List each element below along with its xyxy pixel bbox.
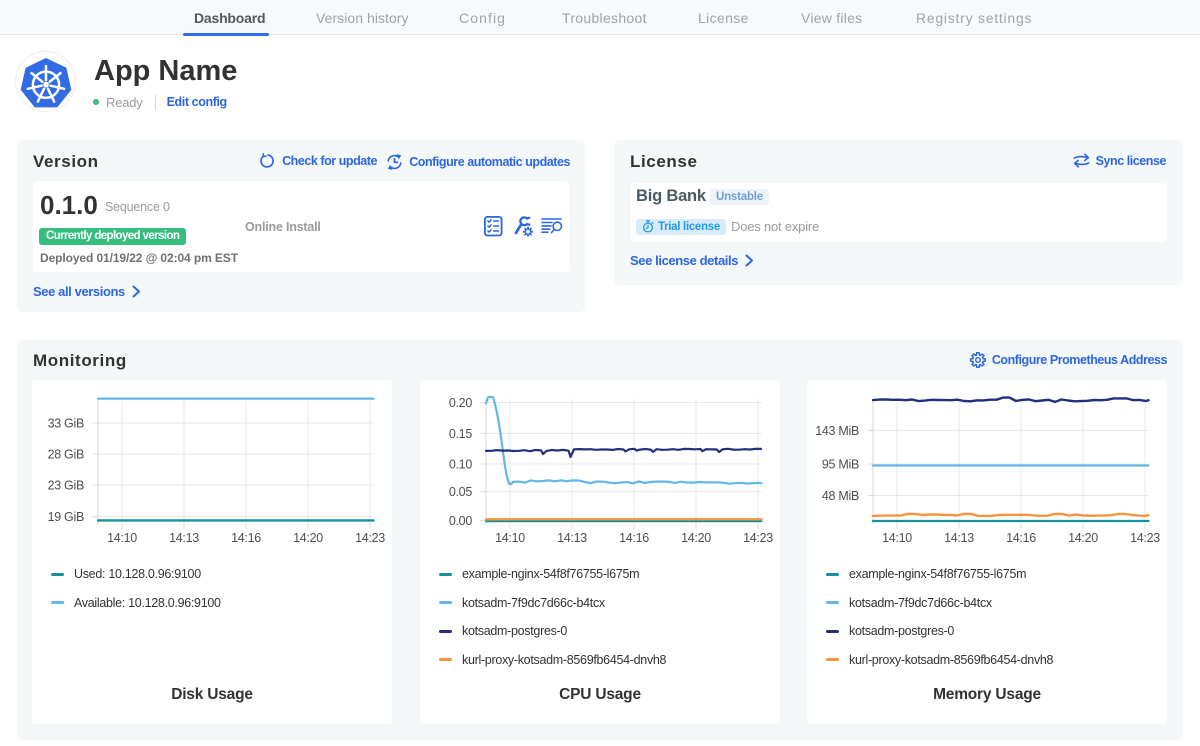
svg-text:14:23: 14:23 [355, 531, 385, 545]
svg-text:95 MiB: 95 MiB [822, 458, 859, 472]
svg-text:14:16: 14:16 [231, 531, 261, 545]
svg-text:33 GiB: 33 GiB [48, 417, 84, 431]
svg-text:19 GiB: 19 GiB [48, 510, 84, 524]
svg-text:0.05: 0.05 [449, 485, 472, 499]
svg-text:14:23: 14:23 [1130, 531, 1160, 545]
svg-text:14:10: 14:10 [495, 531, 525, 545]
svg-text:48 MiB: 48 MiB [822, 489, 859, 503]
svg-text:143 MiB: 143 MiB [815, 424, 859, 438]
svg-text:14:20: 14:20 [1068, 531, 1098, 545]
svg-text:14:10: 14:10 [882, 531, 912, 545]
svg-text:14:13: 14:13 [944, 531, 974, 545]
svg-text:14:23: 14:23 [743, 531, 773, 545]
svg-text:14:16: 14:16 [1006, 531, 1036, 545]
svg-text:14:13: 14:13 [169, 531, 199, 545]
svg-text:14:10: 14:10 [107, 531, 137, 545]
svg-text:14:16: 14:16 [619, 531, 649, 545]
svg-text:0.00: 0.00 [449, 514, 472, 528]
svg-text:14:13: 14:13 [557, 531, 587, 545]
svg-text:0.10: 0.10 [449, 458, 472, 472]
svg-text:23 GiB: 23 GiB [48, 479, 84, 493]
svg-text:28 GiB: 28 GiB [48, 448, 84, 462]
svg-text:14:20: 14:20 [681, 531, 711, 545]
svg-text:0.20: 0.20 [449, 396, 472, 410]
svg-text:0.15: 0.15 [449, 427, 472, 441]
svg-text:14:20: 14:20 [293, 531, 323, 545]
